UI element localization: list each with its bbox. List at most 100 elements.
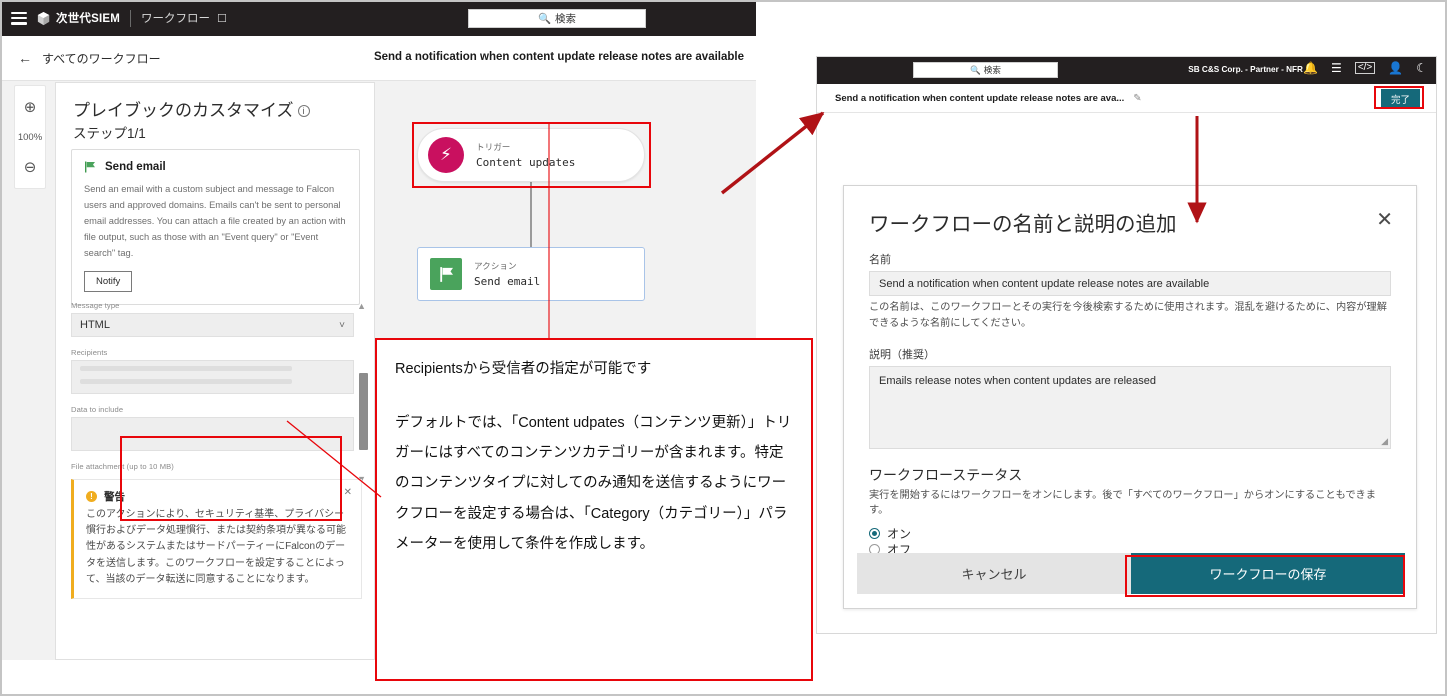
left-sub-navigation-bar: ← すべてのワークフロー Send a notification when co… <box>0 36 756 81</box>
zoom-in-icon[interactable]: ⊕ <box>24 100 37 115</box>
user-icon[interactable]: 👤 <box>1388 62 1403 74</box>
field-label-data-to-include: Data to include <box>71 405 124 414</box>
done-button[interactable]: 完了 <box>1380 89 1420 109</box>
field-file-attachment: File attachment (up to 10 MB) <box>71 462 354 471</box>
action-node-kind: アクション <box>474 262 517 272</box>
search-label: 検索 <box>983 65 1001 75</box>
step-indicator: ステップ1/1 <box>73 126 146 141</box>
workflow-name-description-dialog: ワークフローの名前と説明の追加 ✕ 名前 Send a notification… <box>843 185 1417 609</box>
field-message-type: Message type HTML ˅ <box>71 301 354 337</box>
trigger-node-name: Content updates <box>476 156 576 169</box>
field-data-to-include: Data to include <box>71 405 354 451</box>
brand-name: 次世代SIEM <box>56 13 121 25</box>
action-name: Send email <box>105 161 166 173</box>
page-title: Send a notification when content update … <box>373 51 744 63</box>
message-type-value: HTML <box>80 319 110 331</box>
resize-grip-icon[interactable]: ◢ <box>1381 436 1388 447</box>
data-to-include-input[interactable] <box>71 417 354 451</box>
panel-title-text: プレイブックのカスタマイズ <box>73 101 294 120</box>
name-field-label: 名前 <box>869 254 891 266</box>
workflow-canvas[interactable]: ⚡ トリガー Content updates アクション Send email <box>383 82 756 336</box>
panel-scrollbar-thumb[interactable] <box>359 373 368 450</box>
warning-header: ! 警告 <box>86 489 349 504</box>
warning-banner: ✕ ! 警告 このアクションにより、セキュリティ基準、プライバシー慣行およびデー… <box>71 479 362 599</box>
close-icon[interactable]: ✕ <box>1376 210 1393 230</box>
dialog-footer-buttons: キャンセル ワークフローの保存 <box>857 553 1405 594</box>
annotation-line-1: Recipientsから受信者の指定が可能です <box>395 361 652 377</box>
node-connector-line <box>530 182 532 247</box>
moon-icon[interactable]: ☾ <box>1416 62 1427 74</box>
workflow-status-help: 実行を開始するにはワークフローをオンにします。後で「すべてのワークフロー」からオ… <box>869 489 1376 517</box>
placeholder-line <box>80 366 292 371</box>
notify-tag-button[interactable]: Notify <box>84 270 133 292</box>
field-label-recipients: Recipients <box>71 348 108 357</box>
trigger-node[interactable]: ⚡ トリガー Content updates <box>417 128 645 182</box>
radio-button-on[interactable] <box>869 527 880 539</box>
action-card-header: Send email <box>84 161 347 173</box>
warning-body: このアクションにより、セキュリティ基準、プライバシー慣行およびデータ処理慣行、ま… <box>86 509 346 585</box>
pencil-icon[interactable]: ✎ <box>1133 93 1141 104</box>
back-arrow-icon[interactable]: ← <box>18 50 32 66</box>
trigger-node-kind: トリガー <box>476 143 511 153</box>
flag-icon <box>85 161 95 173</box>
description-textarea[interactable]: Emails release notes when content update… <box>869 365 1391 449</box>
canvas-zoom-controls: ⊕ 100% ⊖ <box>14 85 46 189</box>
right-top-navigation-bar: 🔍 検索 SB C&S Corp. - Partner - NFR ˅ 🔔 ☰ <… <box>817 57 1436 84</box>
zoom-level-label: 100% <box>17 131 43 143</box>
radio-option-on[interactable]: オン <box>869 525 1416 541</box>
organization-name: SB C&S Corp. - Partner - NFR <box>1188 65 1303 74</box>
chevron-down-icon: ˅ <box>339 319 345 331</box>
list-icon[interactable]: ☰ <box>1331 62 1342 74</box>
action-node-name: Send email <box>474 275 541 288</box>
lightning-bolt-icon: ⚡ <box>428 137 464 173</box>
info-icon[interactable]: i <box>297 105 310 117</box>
name-field-help: この名前は、このワークフローとその実行を今後検索するために使用されます。混乱を避… <box>869 302 1387 329</box>
scroll-up-icon[interactable]: ▲ <box>357 301 366 311</box>
breadcrumb-all-workflows[interactable]: すべてのワークフロー <box>42 50 161 67</box>
radio-label-on: オン <box>887 526 912 541</box>
left-top-navigation-bar: 次世代SIEM ワークフロー ☐ 🔍 検索 <box>0 0 756 36</box>
search-input[interactable]: 🔍 検索 <box>913 62 1058 78</box>
code-icon[interactable]: </> <box>1354 62 1376 74</box>
panel-title: プレイブックのカスタマイズ i <box>73 96 374 121</box>
cancel-button[interactable]: キャンセル <box>857 553 1131 594</box>
hamburger-menu-icon[interactable] <box>11 11 27 25</box>
playbook-customize-panel: プレイブックのカスタマイズ i ステップ1/1 Send email Send a… <box>55 82 375 660</box>
screenshot-root: 次世代SIEM ワークフロー ☐ 🔍 検索 ← すべてのワークフロー Send … <box>0 0 1447 696</box>
right-sub-navigation-bar: Send a notification when content update … <box>817 84 1436 113</box>
right-application-window: 🔍 検索 SB C&S Corp. - Partner - NFR ˅ 🔔 ☰ <… <box>816 56 1437 634</box>
action-detail-card: Send email Send an email with a custom s… <box>71 149 360 305</box>
annotation-callout-box: Recipientsから受信者の指定が可能です デフォルトでは、「Content… <box>375 338 813 681</box>
close-icon[interactable]: ✕ <box>344 487 352 498</box>
name-input-value: Send a notification when content update … <box>879 277 1210 290</box>
description-value: Emails release notes when content update… <box>879 374 1157 387</box>
organization-selector[interactable]: SB C&S Corp. - Partner - NFR ˅ <box>1188 65 1310 74</box>
action-description: Send an email with a custom subject and … <box>84 184 346 258</box>
message-type-select[interactable]: HTML ˅ <box>71 313 354 337</box>
search-icon: 🔍 <box>970 64 981 75</box>
warning-icon: ! <box>86 491 97 502</box>
bell-icon[interactable]: 🔔 <box>1303 62 1318 74</box>
topbar-divider <box>130 9 132 27</box>
search-icon: 🔍 <box>537 13 552 25</box>
field-label-file-attachment: File attachment (up to 10 MB) <box>71 462 174 471</box>
topbar-icon-group: 🔔 ☰ </> 👤 ☾ <box>1303 62 1427 74</box>
workflow-status-heading: ワークフローステータス <box>869 466 1023 483</box>
recipients-input[interactable] <box>71 360 354 394</box>
field-label-message-type: Message type <box>71 301 120 310</box>
flag-icon <box>430 258 462 290</box>
placeholder-line <box>80 379 292 384</box>
search-input[interactable]: 🔍 検索 <box>468 9 646 28</box>
annotation-line-2: デフォルトでは、「Content udpates（コンテンツ更新）」トリガーには… <box>395 415 792 552</box>
topbar-section-label[interactable]: ワークフロー <box>141 10 210 26</box>
warning-title: 警告 <box>104 491 125 503</box>
save-workflow-button[interactable]: ワークフローの保存 <box>1131 553 1405 594</box>
name-input[interactable]: Send a notification when content update … <box>869 271 1391 296</box>
dialog-title: ワークフローの名前と説明の追加 <box>869 213 1177 236</box>
field-recipients: Recipients <box>71 348 354 394</box>
workflow-name-label: Send a notification when content update … <box>835 92 1125 104</box>
search-label: 検索 <box>555 13 577 25</box>
action-node[interactable]: アクション Send email <box>417 247 645 301</box>
bookmark-icon[interactable]: ☐ <box>217 12 227 25</box>
zoom-out-icon[interactable]: ⊖ <box>24 160 37 175</box>
